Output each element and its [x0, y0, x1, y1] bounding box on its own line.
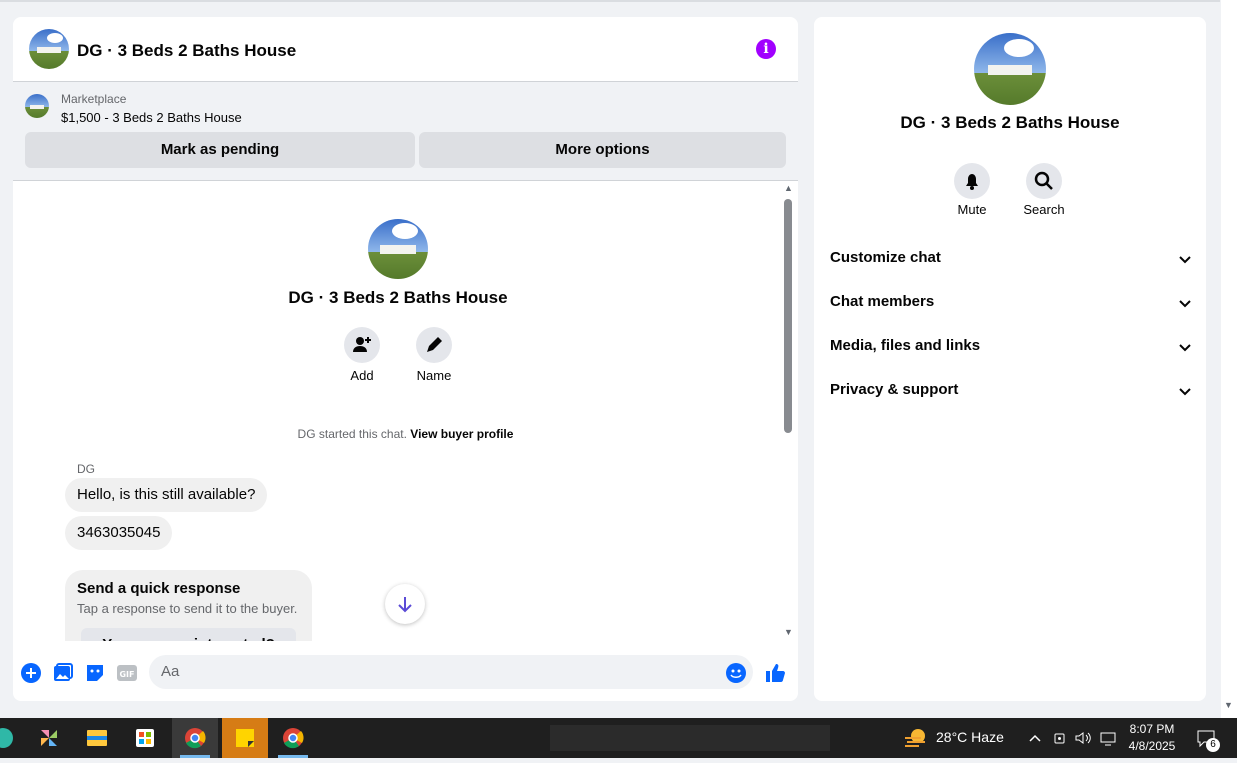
listing-title[interactable]: $1,500 - 3 Beds 2 Baths House — [61, 110, 242, 125]
mute-button[interactable] — [954, 163, 990, 199]
chat-header: DG · 3 Beds 2 Baths House i — [13, 17, 798, 82]
file-explorer-icon[interactable] — [74, 718, 120, 758]
message-thread[interactable]: DG · 3 Beds 2 Baths House Add Name DG st… — [13, 181, 798, 641]
listing-banner: Marketplace $1,500 - 3 Beds 2 Baths Hous… — [13, 82, 798, 181]
svg-text:GIF: GIF — [119, 670, 134, 679]
store-icon[interactable] — [122, 718, 168, 758]
bell-icon — [966, 174, 978, 190]
search-label: Search — [1023, 202, 1065, 217]
emoji-icon[interactable] — [725, 662, 747, 684]
page-scrollbar[interactable]: ▼ — [1221, 0, 1237, 718]
like-icon[interactable] — [764, 662, 786, 684]
section-label: Chat members — [830, 293, 935, 310]
section-label: Customize chat — [830, 249, 941, 266]
marketplace-label: Marketplace — [61, 92, 127, 106]
scroll-up-icon[interactable]: ▲ — [784, 183, 793, 193]
weather-haze-icon — [905, 729, 925, 747]
quick-response-subtitle: Tap a response to send it to the buyer. — [77, 601, 298, 616]
info-icon[interactable]: i — [756, 39, 776, 59]
taskbar-preview — [550, 725, 830, 751]
name-label: Name — [416, 368, 452, 383]
search-icon — [1034, 171, 1053, 190]
chevron-down-icon — [1179, 344, 1191, 352]
more-options-button[interactable]: More options — [419, 132, 786, 168]
add-button[interactable] — [344, 327, 380, 363]
weather-text[interactable]: 28°C Haze — [936, 729, 1004, 745]
chrome-profile-icon[interactable] — [270, 718, 316, 758]
chat-details-panel: DG · 3 Beds 2 Baths House Mute Search Cu… — [814, 17, 1206, 701]
listing-thumbnail[interactable] — [25, 94, 49, 118]
plus-icon[interactable] — [20, 662, 42, 684]
quick-response-title: Send a quick response — [77, 580, 241, 597]
details-avatar[interactable] — [974, 33, 1046, 105]
message-bubble[interactable]: Hello, is this still available? — [65, 478, 268, 512]
view-buyer-profile-link[interactable]: View buyer profile — [410, 427, 513, 441]
volume-icon[interactable] — [1074, 730, 1092, 746]
chevron-down-icon — [1179, 300, 1191, 308]
message-input[interactable]: Aa — [149, 655, 753, 689]
add-label: Add — [350, 368, 374, 383]
edge-icon[interactable] — [0, 718, 26, 758]
message-composer: GIF Aa — [13, 653, 798, 701]
sender-name: DG — [77, 462, 95, 476]
meet-now-icon[interactable] — [1052, 730, 1068, 746]
network-icon[interactable] — [1099, 730, 1117, 746]
chevron-down-icon — [1179, 388, 1191, 396]
page-top-border — [0, 0, 1220, 2]
taskbar: 28°C Haze 8:07 PM 4/8/2025 6 — [0, 718, 1237, 758]
pencil-icon — [427, 337, 442, 352]
clock-time: 8:07 PM — [1129, 722, 1175, 736]
section-chat-members[interactable]: Chat members — [830, 293, 1192, 317]
started-text: DG started this chat. — [297, 427, 407, 441]
scroll-down-icon[interactable]: ▼ — [1224, 700, 1233, 710]
gif-icon[interactable]: GIF — [116, 662, 138, 684]
details-title: DG · 3 Beds 2 Baths House — [900, 113, 1120, 132]
scroll-to-bottom-button[interactable] — [385, 584, 425, 624]
mark-as-pending-button[interactable]: Mark as pending — [25, 132, 415, 168]
conversation-avatar — [368, 219, 428, 279]
sticky-notes-icon[interactable] — [222, 718, 268, 758]
add-person-icon — [353, 337, 371, 352]
clock-date: 4/8/2025 — [1128, 739, 1176, 753]
chevron-down-icon — [1179, 256, 1191, 264]
scrollbar-thumb[interactable] — [784, 199, 792, 433]
section-label: Media, files and links — [830, 337, 981, 354]
name-button[interactable] — [416, 327, 452, 363]
clock[interactable]: 8:07 PM 4/8/2025 — [1124, 721, 1180, 755]
section-customize-chat[interactable]: Customize chat — [830, 249, 1192, 273]
arrow-down-icon — [398, 597, 412, 613]
search-button[interactable] — [1026, 163, 1062, 199]
listing-avatar[interactable] — [29, 29, 69, 69]
chrome-icon[interactable] — [172, 718, 218, 758]
chat-panel: DG · 3 Beds 2 Baths House i Marketplace … — [13, 17, 798, 701]
section-media-files-links[interactable]: Media, files and links — [830, 337, 1192, 361]
chat-title[interactable]: DG · 3 Beds 2 Baths House — [77, 41, 296, 61]
sticker-icon[interactable] — [84, 662, 106, 684]
mute-label: Mute — [957, 202, 987, 217]
message-scrollbar[interactable]: ▲ ▼ — [782, 181, 796, 641]
message-bubble[interactable]: 3463035045 — [65, 516, 173, 550]
section-label: Privacy & support — [830, 381, 959, 398]
quick-response-card: Send a quick response Tap a response to … — [65, 570, 312, 641]
photo-icon[interactable] — [52, 662, 74, 684]
conversation-title: DG · 3 Beds 2 Baths House — [288, 288, 508, 307]
pinwheel-app-icon[interactable] — [26, 718, 72, 758]
scroll-down-icon[interactable]: ▼ — [784, 627, 793, 637]
quick-response-option[interactable]: Yes, are you interested? — [81, 628, 296, 641]
chevron-up-icon[interactable] — [1028, 731, 1042, 745]
notification-count-badge: 6 — [1206, 738, 1220, 752]
chat-started-notice: DG started this chat. View buyer profile — [13, 427, 798, 441]
section-privacy-support[interactable]: Privacy & support — [830, 381, 1192, 405]
